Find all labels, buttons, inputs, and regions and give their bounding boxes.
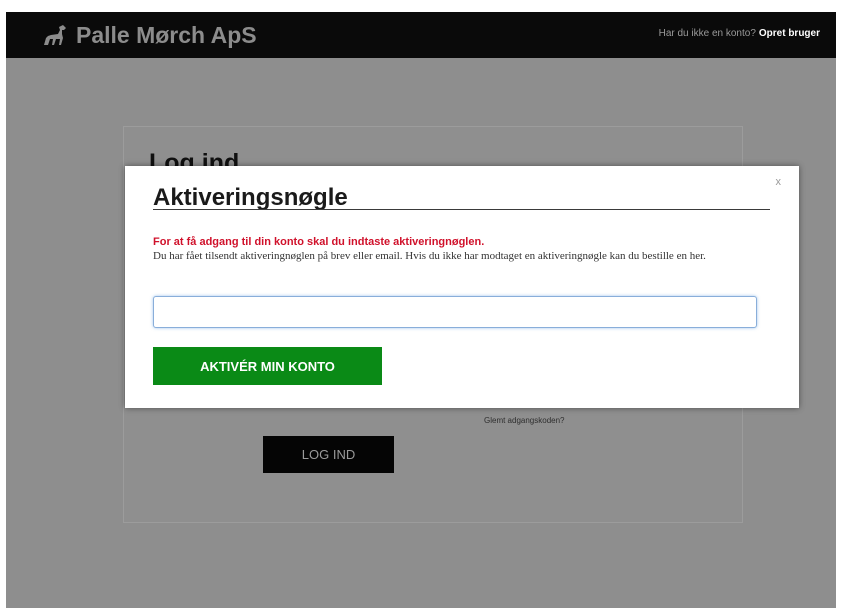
modal-body-end: . — [703, 250, 706, 262]
title-divider — [153, 209, 770, 210]
modal-body-text: Du har fået tilsendt aktiveringnøglen på… — [153, 250, 753, 262]
activate-account-button[interactable]: AKTIVÉR MIN KONTO — [153, 347, 382, 385]
activation-key-modal: x Aktiveringsnøgle For at få adgang til … — [125, 166, 799, 408]
walking-horse-icon — [42, 24, 68, 46]
order-key-link[interactable]: her — [690, 250, 703, 262]
account-prompt-text: Har du ikke en konto? — [658, 28, 756, 39]
login-button[interactable]: LOG IND — [263, 436, 394, 473]
forgot-password-link[interactable]: Glemt adgangskoden? — [484, 416, 565, 425]
modal-body-content: Du har fået tilsendt aktiveringnøglen på… — [153, 250, 687, 262]
modal-title: Aktiveringsnøgle — [153, 184, 348, 211]
signup-link[interactable]: Opret bruger — [759, 28, 820, 39]
modal-lead-text: For at få adgang til din konto skal du i… — [153, 236, 485, 248]
account-prompt: Har du ikke en konto? Opret bruger — [659, 28, 820, 39]
activation-key-input[interactable] — [153, 296, 757, 328]
top-navigation-bar: Palle Mørch ApS Har du ikke en konto? Opr… — [6, 12, 836, 58]
brand-name: Palle Mørch ApS — [76, 21, 257, 48]
brand-logo[interactable]: Palle Mørch ApS — [42, 20, 257, 50]
close-icon[interactable]: x — [776, 176, 782, 188]
